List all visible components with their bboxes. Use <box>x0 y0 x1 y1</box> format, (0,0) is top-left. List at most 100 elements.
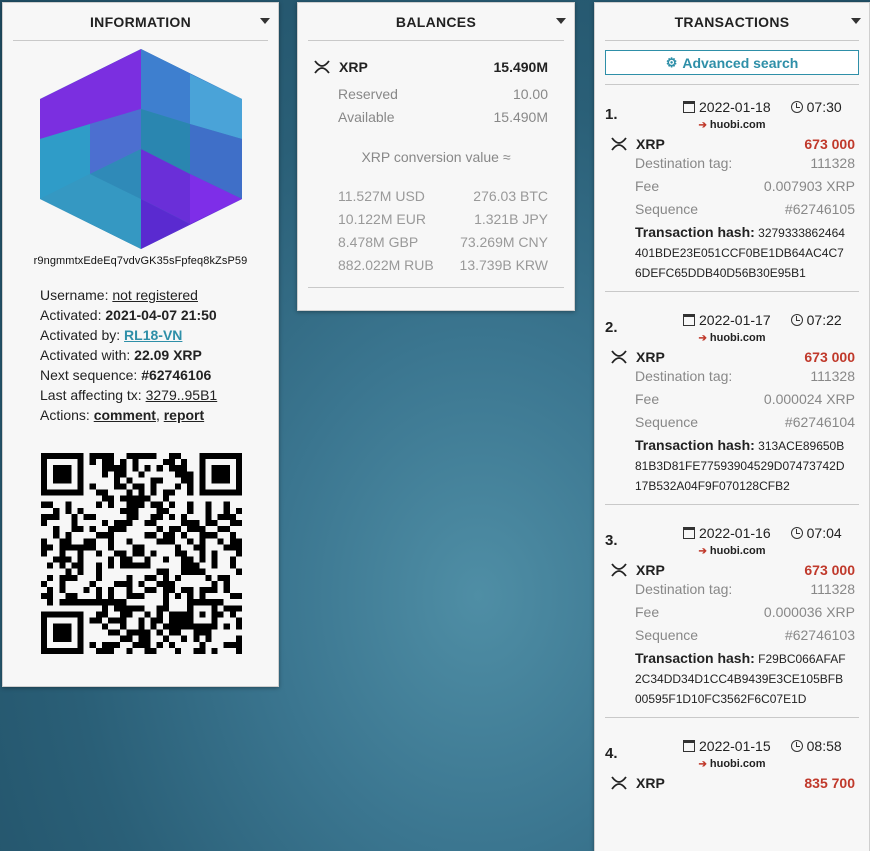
transaction-hash[interactable]: Transaction hash: 3279333862464 401BDE23… <box>635 222 855 291</box>
transactions-header: TRANSACTIONS <box>605 3 861 41</box>
xrp-icon <box>611 563 627 577</box>
transaction-time: 07:30 <box>790 99 842 115</box>
transaction-time: 07:04 <box>790 525 842 541</box>
available-value: 15.490M <box>493 109 548 125</box>
conversion-title: XRP conversion value ≈ <box>361 149 511 165</box>
conversion-row: 882.022M RUB 13.739B KRW <box>338 257 548 273</box>
xrp-icon <box>314 60 330 74</box>
transaction-date: 2022-01-16 <box>683 525 771 541</box>
transaction-amount: 673 000 <box>804 136 855 152</box>
activated-by-link[interactable]: RL18-VN <box>124 327 182 343</box>
transaction-time: 07:22 <box>790 312 842 328</box>
calendar-icon <box>683 314 695 326</box>
arrow-right-icon: ➔ <box>698 333 707 344</box>
transactions-panel: TRANSACTIONS ⚙ Advanced search 1. 2022-0… <box>594 2 870 851</box>
account-details: Username: not registered Activated: 2021… <box>40 285 278 425</box>
calendar-icon <box>683 101 695 113</box>
calendar-icon <box>683 527 695 539</box>
account-address: r9ngmmtxEdeEq7vdvGK35sFpfeq8kZsP59 <box>33 255 248 267</box>
transaction-amount: 673 000 <box>804 349 855 365</box>
arrow-right-icon: ➔ <box>698 546 707 557</box>
activated-with-value: 22.09 XRP <box>134 347 202 363</box>
actions-row: Actions: comment, report <box>40 407 205 423</box>
transaction-date: 2022-01-17 <box>683 312 771 328</box>
xrp-icon <box>611 137 627 151</box>
balances-header: BALANCES <box>308 3 566 41</box>
fee-row: Fee 0.000024 XRP <box>635 391 855 407</box>
fee-row: Fee 0.007903 XRP <box>635 178 855 194</box>
comment-link[interactable]: comment <box>94 407 156 423</box>
transaction-number: 2. <box>605 318 618 336</box>
information-panel: INFORMATION r9ngmmtxEdeEq7vdvGK35sFpfeq8… <box>2 2 279 687</box>
calendar-icon <box>683 740 695 752</box>
last-tx-link[interactable]: 3279..95B1 <box>146 387 218 403</box>
advanced-search-button[interactable]: ⚙ Advanced search <box>605 50 859 75</box>
transaction-date: 2022-01-18 <box>683 99 771 115</box>
transaction-item[interactable]: 4. 2022-01-15 08:58 ➔ huobi.com XRP 835 7… <box>605 718 859 791</box>
reserved-value: 10.00 <box>512 86 548 102</box>
transaction-item[interactable]: 1. 2022-01-18 07:30 ➔ huobi.com XRP 673 0… <box>605 85 859 292</box>
sequence-row: Sequence #62746104 <box>635 414 855 430</box>
conversion-row: 11.527M USD 276.03 BTC <box>338 188 548 204</box>
gear-icon: ⚙ <box>665 54 678 70</box>
available-row: Available 15.490M <box>338 106 548 129</box>
sequence-row: Sequence #62746103 <box>635 627 855 643</box>
destination-tag-row: Destination tag: 111328 <box>635 368 855 384</box>
balance-xrp-row: XRP 15.490M <box>314 59 548 75</box>
transaction-amount: 835 700 <box>804 775 855 791</box>
clock-icon <box>790 527 803 539</box>
activated-by-row: Activated by: RL18-VN <box>40 327 183 343</box>
transaction-number: 1. <box>605 105 618 123</box>
transaction-amount-row: XRP 673 000 <box>611 562 855 578</box>
chevron-down-icon[interactable] <box>556 18 566 24</box>
username-row: Username: not registered <box>40 287 198 303</box>
clock-icon <box>790 314 803 326</box>
xrp-icon <box>611 350 627 364</box>
qr-code <box>41 453 278 657</box>
xrp-icon <box>611 776 627 790</box>
conversion-grid: 11.527M USD 276.03 BTC 10.122M EUR 1.321… <box>338 185 548 277</box>
transaction-item[interactable]: 2. 2022-01-17 07:22 ➔ huobi.com XRP 673 0… <box>605 292 859 505</box>
activated-value: 2021-04-07 21:50 <box>105 307 217 323</box>
destination-tag-row: Destination tag: 111328 <box>635 155 855 171</box>
information-title: INFORMATION <box>89 13 192 30</box>
destination-tag-row: Destination tag: 111328 <box>635 581 855 597</box>
username-value[interactable]: not registered <box>112 287 198 303</box>
transaction-time: 08:58 <box>790 738 842 754</box>
transaction-number: 3. <box>605 531 618 549</box>
transaction-item[interactable]: 3. 2022-01-16 07:04 ➔ huobi.com XRP 673 0… <box>605 505 859 718</box>
conversion-row: 10.122M EUR 1.321B JPY <box>338 211 548 227</box>
activated-row: Activated: 2021-04-07 21:50 <box>40 307 217 323</box>
reserved-row: Reserved 10.00 <box>338 83 548 106</box>
chevron-down-icon[interactable] <box>260 18 270 24</box>
next-sequence-row: Next sequence: #62746106 <box>40 367 212 383</box>
chevron-down-icon[interactable] <box>851 18 861 24</box>
arrow-right-icon: ➔ <box>698 759 707 770</box>
fee-row: Fee 0.000036 XRP <box>635 604 855 620</box>
transaction-amount-row: XRP 835 700 <box>611 775 855 791</box>
account-avatar <box>3 49 278 249</box>
next-sequence-value: #62746106 <box>141 367 212 383</box>
transaction-hash[interactable]: Transaction hash: 313ACE89650B 81B3D81FE… <box>635 435 855 504</box>
transaction-amount-row: XRP 673 000 <box>611 349 855 365</box>
balances-panel: BALANCES XRP 15.490M Reserved 10.00 Avai… <box>297 2 575 311</box>
conversion-row: 8.478M GBP 73.269M CNY <box>338 234 548 250</box>
transaction-amount-row: XRP 673 000 <box>611 136 855 152</box>
report-link[interactable]: report <box>164 407 204 423</box>
last-tx-row: Last affecting tx: 3279..95B1 <box>40 387 218 403</box>
activated-with-row: Activated with: 22.09 XRP <box>40 347 202 363</box>
transaction-hash[interactable]: Transaction hash: F29BC066AFAF 2C34DD34D… <box>635 648 855 717</box>
information-header: INFORMATION <box>13 3 270 41</box>
qr-code-icon <box>41 453 242 654</box>
avatar-hexagon-icon <box>39 49 242 249</box>
clock-icon <box>790 101 803 113</box>
balance-total: 15.490M <box>493 59 548 75</box>
transaction-amount: 673 000 <box>804 562 855 578</box>
clock-icon <box>790 740 803 752</box>
arrow-right-icon: ➔ <box>698 120 707 131</box>
divider <box>308 287 564 288</box>
transactions-title: TRANSACTIONS <box>674 13 790 30</box>
transaction-date: 2022-01-15 <box>683 738 771 754</box>
balance-currency: XRP <box>339 59 368 75</box>
transaction-number: 4. <box>605 744 618 762</box>
